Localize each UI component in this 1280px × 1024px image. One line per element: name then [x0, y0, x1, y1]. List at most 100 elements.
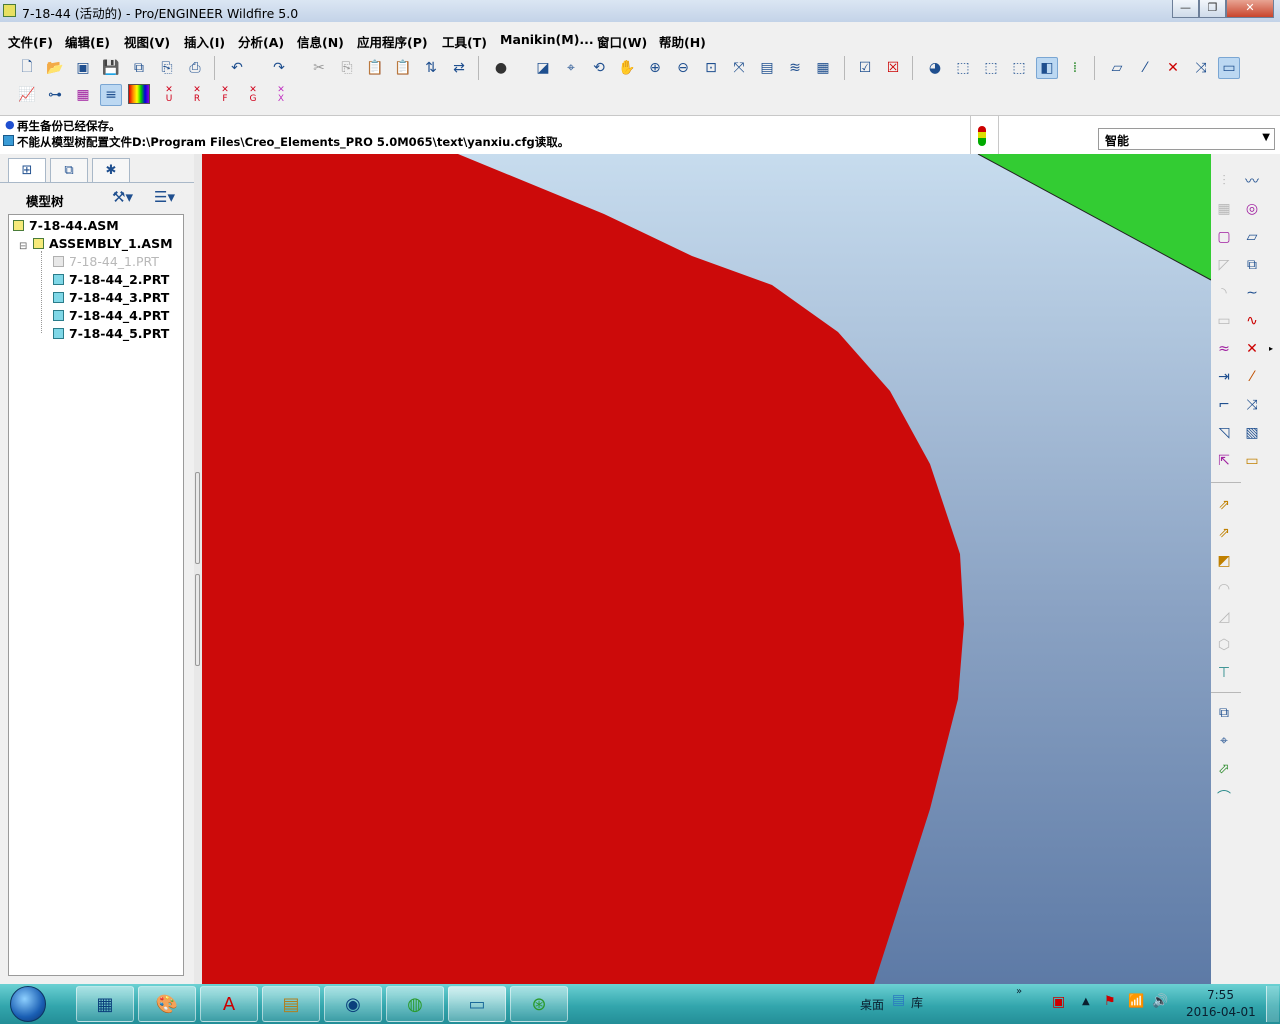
tab-folder-browser[interactable]: ⧉ — [50, 158, 88, 182]
menu-edit[interactable]: 编辑(E) — [65, 32, 110, 51]
layers-tool-icon[interactable]: ⧉ — [1241, 254, 1263, 276]
datum-plane-tool-icon[interactable]: ⫶ — [1213, 170, 1235, 192]
regen-manager-icon[interactable]: ⇄ — [448, 57, 470, 79]
zoom-in-icon[interactable]: ⊕ — [644, 57, 666, 79]
minimize-button[interactable]: — — [1172, 0, 1199, 18]
splitter-handle[interactable] — [195, 472, 200, 564]
action-center-icon[interactable]: ⚑ — [1104, 994, 1116, 1009]
copy-feature-icon[interactable]: ⧉ — [1213, 702, 1235, 724]
surface-edit-icon[interactable]: ⌒ — [1213, 786, 1235, 808]
wechat-icon[interactable]: ◍ — [386, 986, 444, 1022]
marker-r-icon[interactable]: ✕ R — [186, 84, 208, 106]
volume-icon[interactable]: 🔊 — [1152, 994, 1168, 1009]
style-tool-icon[interactable]: ◎ — [1241, 198, 1263, 220]
browser-icon[interactable]: ◉ — [324, 986, 382, 1022]
coord-tool-icon[interactable]: ⌐ — [1213, 394, 1235, 416]
tab-favorites[interactable]: ✱ — [92, 158, 130, 182]
red-part[interactable] — [202, 154, 964, 984]
calculator-icon[interactable]: ▦ — [76, 986, 134, 1022]
window-activate-icon[interactable]: ☑ — [854, 57, 876, 79]
tree-item-subassembly[interactable]: ASSEMBLY_1.ASM — [33, 234, 173, 252]
package-icon[interactable]: ◩ — [1213, 550, 1235, 572]
axis-tool-icon[interactable]: ⁄ — [1241, 366, 1263, 388]
layers-icon[interactable]: ≋ — [784, 57, 806, 79]
datum-plane-icon[interactable]: ▱ — [1106, 57, 1128, 79]
app-icon[interactable]: ⊛ — [510, 986, 568, 1022]
graphics-window[interactable] — [202, 154, 1211, 984]
new-icon[interactable]: 🗋 — [16, 57, 38, 79]
color-scale-icon[interactable] — [128, 84, 150, 104]
marker-f-icon[interactable]: ✕ F — [214, 84, 236, 106]
surface-analysis-icon[interactable]: ▦ — [72, 84, 94, 106]
pan-icon[interactable]: ✋ — [616, 57, 638, 79]
tray-app-icon[interactable]: ▣ — [1052, 994, 1065, 1010]
menu-insert[interactable]: 插入(I) — [184, 32, 225, 51]
grid-tool-icon[interactable]: ▦ — [1213, 198, 1235, 220]
flyout-arrow-icon[interactable]: ▸ — [1269, 344, 1273, 353]
curve-through-points-icon[interactable]: ∿ — [1241, 310, 1263, 332]
tree-item-part[interactable]: 7-18-44_2.PRT — [53, 270, 169, 288]
rib-tool-icon[interactable]: ⊤ — [1213, 662, 1235, 684]
tree-item-part[interactable]: 7-18-44_5.PRT — [53, 324, 169, 342]
analysis-feature-icon[interactable]: ◹ — [1213, 422, 1235, 444]
copy-icon[interactable]: ⎘ — [336, 57, 358, 79]
marker-u-icon[interactable]: ✕ U — [158, 84, 180, 106]
desktop-toolbar-label[interactable]: 桌面 — [860, 996, 884, 1013]
tree-item-part[interactable]: 7-18-44_1.PRT — [53, 252, 159, 270]
tree-item-part[interactable]: 7-18-44_4.PRT — [53, 306, 169, 324]
menu-window[interactable]: 窗口(W) — [597, 32, 647, 51]
refit-icon[interactable]: ⊡ — [700, 57, 722, 79]
draft-tool-icon[interactable]: ⬀ — [1213, 758, 1235, 780]
collapse-icon[interactable]: ⊟ — [19, 241, 27, 252]
arc-tool-icon[interactable]: ◝ — [1213, 282, 1235, 304]
open-asm-icon[interactable]: ▣ — [72, 57, 94, 79]
arrow-tool-icon[interactable]: ⇥ — [1213, 366, 1235, 388]
create-component-icon[interactable]: ⇗ — [1213, 522, 1235, 544]
backup-icon[interactable]: ⎘ — [156, 57, 178, 79]
start-button[interactable] — [10, 986, 46, 1022]
chamfer-tool-icon[interactable]: ◿ — [1213, 606, 1235, 628]
reorient-icon[interactable]: ⤧ — [728, 57, 750, 79]
menu-analysis[interactable]: 分析(A) — [238, 32, 284, 51]
csys-icon[interactable]: ⤨ — [1190, 57, 1212, 79]
tree-item-part[interactable]: 7-18-44_3.PRT — [53, 288, 169, 306]
wave-tool-icon[interactable]: ≈ — [1213, 338, 1235, 360]
library-toolbar-label[interactable]: 库 — [911, 994, 923, 1011]
network-icon[interactable]: 📶 — [1128, 994, 1144, 1009]
render-icon[interactable]: ● — [490, 57, 512, 79]
proe-icon[interactable]: ▭ — [448, 986, 506, 1022]
tab-model-tree[interactable]: ⊞ — [8, 158, 46, 182]
clock-time[interactable]: 7:55 — [1207, 988, 1234, 1002]
pdf-icon[interactable]: A — [200, 986, 258, 1022]
curvature-icon[interactable]: ≡ — [100, 84, 122, 106]
annotation-feature-icon[interactable]: ▧ — [1241, 422, 1263, 444]
sketch-tool-icon[interactable]: 〰 — [1241, 170, 1263, 192]
menu-view[interactable]: 视图(V) — [124, 32, 170, 51]
menu-help[interactable]: 帮助(H) — [659, 32, 706, 51]
repaint-icon[interactable]: ◪ — [532, 57, 554, 79]
shading-icon[interactable]: ◧ — [1036, 57, 1058, 79]
undo-icon[interactable]: ↶ — [226, 57, 248, 79]
mirror-tool-icon[interactable]: ⌖ — [1213, 730, 1235, 752]
window-close-icon[interactable]: ☒ — [882, 57, 904, 79]
no-hidden-icon[interactable]: ⬚ — [1008, 57, 1030, 79]
analysis-icon[interactable]: 📈 — [16, 84, 38, 106]
datum-icon[interactable]: ⁞ — [1064, 57, 1086, 79]
paste-special-icon[interactable]: 📋 — [392, 57, 414, 79]
wireframe-icon[interactable]: ⬚ — [952, 57, 974, 79]
open-icon[interactable]: 📂 — [44, 57, 66, 79]
explorer-icon[interactable]: ▤ — [262, 986, 320, 1022]
point-tool-icon[interactable]: ✕ — [1241, 338, 1263, 360]
marker-x-icon[interactable]: ✕ X — [270, 84, 292, 106]
appearance-icon[interactable]: ◕ — [924, 57, 946, 79]
zoom-out-icon[interactable]: ⊖ — [672, 57, 694, 79]
shape-tool-icon[interactable]: ▭ — [1213, 310, 1235, 332]
save-as-icon[interactable]: ⧉ — [128, 57, 150, 79]
round-tool-icon[interactable]: ◠ — [1213, 578, 1235, 600]
fold-tool-icon[interactable]: ◸ — [1213, 254, 1235, 276]
regenerate-icon[interactable]: ⇅ — [420, 57, 442, 79]
model-viewport[interactable] — [202, 154, 1211, 984]
marker-g-icon[interactable]: ✕ G — [242, 84, 264, 106]
datum-axis-icon[interactable]: ⁄ — [1134, 57, 1156, 79]
menu-applications[interactable]: 应用程序(P) — [357, 32, 428, 51]
